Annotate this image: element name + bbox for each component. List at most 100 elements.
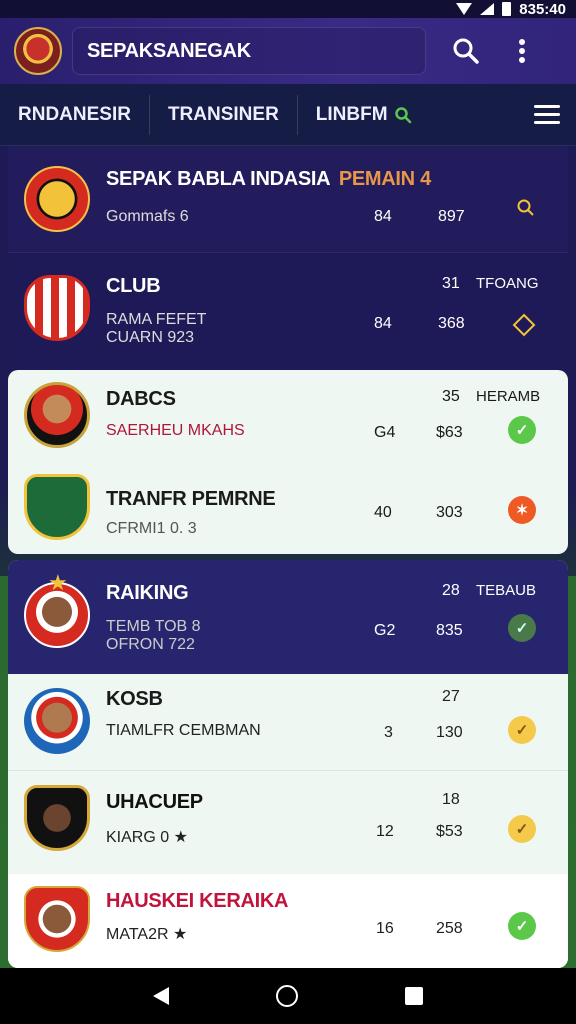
- hamburger-menu-button[interactable]: [534, 105, 560, 124]
- signal-icon: [480, 3, 495, 15]
- search-icon: [453, 38, 479, 64]
- tab-label: RNDANESIR: [18, 103, 131, 125]
- garuda-crest-icon: [24, 166, 90, 232]
- item-value-1: G2: [374, 622, 396, 639]
- status-time: 835:40: [519, 0, 566, 18]
- item-value-2: 258: [436, 920, 463, 937]
- tab-rndanesir[interactable]: RNDANESIR: [0, 84, 149, 146]
- menu-line: [534, 105, 560, 108]
- more-vert-icon: [519, 39, 525, 63]
- menu-line: [534, 121, 560, 124]
- item-name: SEPAK BABLA INDASIA PEMAIN 4: [106, 168, 431, 191]
- card: DABCS SAERHEU MKAHS 35 HERAMB G4 $63 ✓ T…: [8, 370, 568, 554]
- item-sub: Gommafs 6: [106, 208, 189, 225]
- item-top-label: HERAMB: [476, 388, 541, 405]
- list-item[interactable]: DABCS SAERHEU MKAHS 35 HERAMB G4 $63 ✓: [8, 370, 568, 462]
- item-name: KOSB: [106, 688, 163, 710]
- item-top-value: 35: [442, 388, 460, 405]
- item-name: CLUB: [106, 275, 161, 297]
- item-name-text: SEPAK BABLA INDASIA: [106, 168, 330, 190]
- search-button[interactable]: [446, 31, 486, 71]
- app-title-box[interactable]: SEPAKSANEGAK: [72, 27, 426, 75]
- wifi-icon: [456, 3, 473, 15]
- item-sub-2: OFRON 722: [106, 636, 195, 653]
- item-sub: MATA2R ★: [106, 926, 188, 943]
- star-icon: ★: [48, 570, 68, 595]
- menu-line: [534, 113, 560, 116]
- check-icon[interactable]: ✓: [508, 815, 536, 843]
- recents-icon[interactable]: [404, 987, 423, 1005]
- item-sub-2: CUARN 923: [106, 329, 195, 346]
- item-value-2: 897: [438, 208, 465, 225]
- red-shield-player-icon: [24, 886, 90, 952]
- item-tag: PEMAIN 4: [338, 168, 431, 190]
- gold-shield-player-icon: [24, 785, 90, 851]
- item-value-1: 3: [384, 724, 393, 741]
- app-title: SEPAKSANEGAK: [87, 39, 251, 62]
- card: ★ RAIKING TEMB TOB 8 OFRON 722 28 TEBAUB…: [8, 560, 568, 968]
- app-bar: SEPAKSANEGAK: [0, 18, 576, 84]
- item-name: HAUSKEI KERAIKA: [106, 890, 289, 912]
- check-icon[interactable]: ✓: [508, 716, 536, 744]
- item-sub: TIAMLFR CEMBMAN: [106, 722, 261, 739]
- blue-player-icon: [24, 688, 90, 754]
- item-top-value: 18: [442, 791, 460, 808]
- item-value-1: 84: [374, 208, 392, 225]
- item-sub: KIARG 0 ★: [106, 829, 188, 846]
- list-item[interactable]: KOSB TIAMLFR CEMBMAN 27 3 130 ✓: [8, 674, 568, 770]
- item-top-label: TFOANG: [476, 275, 539, 292]
- list-item[interactable]: TRANFR PEMRNE CFRMI1 0. 3 40 303 ✶: [8, 462, 568, 554]
- item-sub-1: RAMA FEFET: [106, 311, 207, 328]
- status-bar: 835:40: [0, 0, 576, 18]
- item-value-1: G4: [374, 424, 396, 441]
- item-sub-1: TEMB TOB 8: [106, 618, 201, 635]
- ranking-list[interactable]: SEPAK BABLA INDASIA PEMAIN 4 Gommafs 6 8…: [0, 146, 576, 968]
- item-value-1: 84: [374, 315, 392, 332]
- flame-icon[interactable]: ✶: [508, 496, 536, 524]
- item-sub: CFRMI1 0. 3: [106, 520, 197, 537]
- check-icon[interactable]: ✓: [508, 614, 536, 642]
- system-nav-bar: [0, 968, 576, 1024]
- item-name: UHACUEP: [106, 791, 203, 813]
- app-logo[interactable]: [14, 27, 62, 75]
- tab-bar: RNDANESIR TRANSINER LINBFM: [0, 84, 576, 146]
- item-top-value: 27: [442, 688, 460, 705]
- item-value-2: 130: [436, 724, 463, 741]
- list-item[interactable]: CLUB RAMA FEFET CUARN 923 31 TFOANG 84 3…: [8, 252, 568, 370]
- item-value-1: 12: [376, 823, 394, 840]
- check-icon[interactable]: ✓: [508, 912, 536, 940]
- overflow-menu-button[interactable]: [502, 31, 542, 71]
- item-top-value: 31: [442, 275, 460, 292]
- battery-icon: [502, 2, 512, 16]
- item-value-2: $63: [436, 424, 463, 441]
- item-value-1: 16: [376, 920, 394, 937]
- tab-label: LINBFM: [315, 103, 388, 125]
- item-value-2: 368: [438, 315, 465, 332]
- item-top-label: TEBAUB: [476, 582, 537, 599]
- item-value-2: $53: [436, 823, 463, 840]
- item-name: DABCS: [106, 388, 176, 410]
- green-shield-icon: [24, 474, 90, 540]
- tab-label: TRANSINER: [167, 103, 279, 125]
- red-white-shield-icon: [24, 275, 90, 341]
- item-value-2: 303: [436, 504, 463, 521]
- home-icon[interactable]: [275, 985, 298, 1007]
- item-top-value: 28: [442, 582, 460, 599]
- item-sub: SAERHEU MKAHS: [106, 422, 245, 439]
- search-icon[interactable]: [512, 194, 540, 222]
- item-name: TRANFR PEMRNE: [106, 488, 276, 510]
- search-icon: [394, 106, 411, 123]
- tab-linbfm[interactable]: LINBFM: [298, 84, 430, 146]
- player-crest-icon: [24, 382, 90, 448]
- list-item[interactable]: ★ RAIKING TEMB TOB 8 OFRON 722 28 TEBAUB…: [8, 560, 568, 674]
- list-item[interactable]: UHACUEP KIARG 0 ★ 18 12 $53 ✓: [8, 770, 568, 874]
- list-item[interactable]: HAUSKEI KERAIKA MATA2R ★ 16 258 ✓: [8, 874, 568, 968]
- item-name: RAIKING: [106, 582, 189, 604]
- back-icon[interactable]: [153, 987, 170, 1005]
- list-item[interactable]: SEPAK BABLA INDASIA PEMAIN 4 Gommafs 6 8…: [8, 146, 568, 252]
- tab-transiner[interactable]: TRANSINER: [150, 84, 297, 146]
- item-value-1: 40: [374, 504, 392, 521]
- check-icon[interactable]: ✓: [508, 416, 536, 444]
- item-value-2: 835: [436, 622, 463, 639]
- diamond-icon[interactable]: [510, 311, 538, 339]
